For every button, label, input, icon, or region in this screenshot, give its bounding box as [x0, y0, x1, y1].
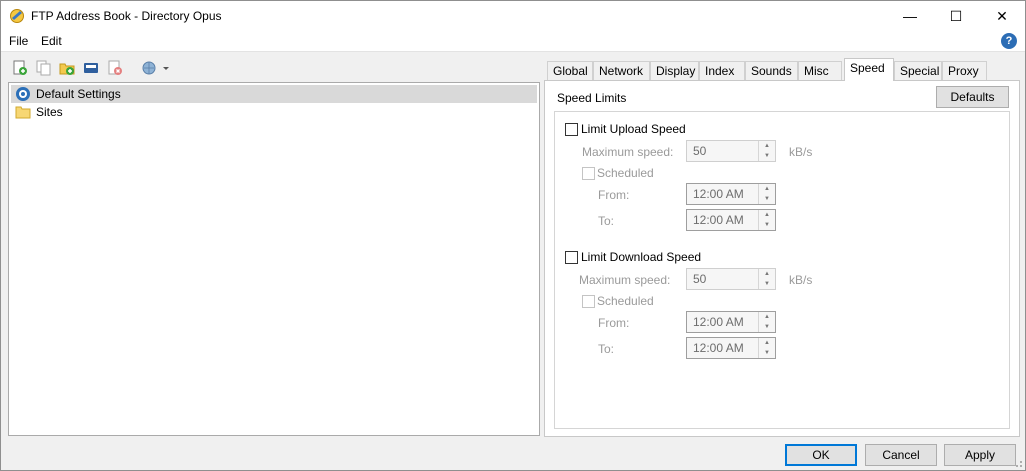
limit-upload-checkbox[interactable] [565, 123, 578, 136]
save-icon[interactable] [83, 60, 99, 76]
delete-icon[interactable] [107, 60, 123, 76]
tab-network[interactable]: Network [593, 61, 650, 80]
download-to-label: To: [598, 342, 615, 356]
new-folder-icon[interactable] [59, 60, 75, 76]
download-scheduled-checkbox[interactable] [582, 295, 595, 308]
minimize-button[interactable]: — [887, 1, 933, 31]
upload-unit-label: kB/s [789, 145, 813, 159]
upload-from-time-input[interactable]: 12:00 AM ▲ ▼ [686, 183, 776, 205]
upload-scheduled-checkbox[interactable] [582, 167, 595, 180]
download-to-time-input[interactable]: 12:00 AM ▲ ▼ [686, 337, 776, 359]
speed-panel: Speed Limits Defaults Limit Upload Speed… [544, 80, 1020, 437]
tree-item-default-settings[interactable]: Default Settings [11, 85, 537, 103]
settings-globe-icon [16, 87, 30, 101]
tab-display[interactable]: Display [650, 61, 699, 80]
chevron-down-icon[interactable] [161, 60, 171, 76]
tab-misc[interactable]: Misc [798, 61, 842, 80]
section-title: Speed Limits [557, 91, 627, 105]
spin-down-icon[interactable]: ▼ [759, 151, 775, 161]
spin-up-icon[interactable]: ▲ [759, 141, 775, 151]
menu-edit[interactable]: Edit [41, 34, 62, 48]
spinner-arrows: ▲ ▼ [758, 269, 775, 289]
menu-bar: File Edit ? [1, 31, 1025, 52]
upload-from-value: 12:00 AM [693, 187, 744, 201]
upload-to-value: 12:00 AM [693, 213, 744, 227]
resize-grip-icon[interactable] [1013, 458, 1023, 468]
spin-down-icon[interactable]: ▼ [759, 194, 775, 204]
download-max-value: 50 [693, 272, 707, 286]
download-max-label: Maximum speed: [579, 273, 671, 287]
menu-file[interactable]: File [9, 34, 28, 48]
connect-icon[interactable] [141, 60, 157, 76]
ok-button[interactable]: OK [785, 444, 857, 466]
download-to-value: 12:00 AM [693, 341, 744, 355]
download-from-time-input[interactable]: 12:00 AM ▲ ▼ [686, 311, 776, 333]
download-max-speed-input[interactable]: 50 ▲ ▼ [686, 268, 776, 290]
download-scheduled-label: Scheduled [597, 294, 654, 308]
limit-download-label: Limit Download Speed [581, 250, 702, 264]
spinner-arrows: ▲ ▼ [758, 210, 775, 230]
upload-scheduled-label: Scheduled [597, 166, 654, 180]
minimize-icon: — [903, 8, 917, 24]
tab-sounds[interactable]: Sounds [745, 61, 798, 80]
address-tree: Default Settings Sites [8, 82, 540, 436]
title-bar: FTP Address Book - Directory Opus — ☐ ✕ [1, 1, 1025, 31]
tree-item-sites[interactable]: Sites [11, 103, 537, 121]
copy-entry-icon[interactable] [36, 60, 52, 76]
spin-up-icon[interactable]: ▲ [759, 338, 775, 348]
upload-max-value: 50 [693, 144, 707, 158]
tab-index[interactable]: Index [699, 61, 745, 80]
app-icon [10, 9, 24, 23]
window-title: FTP Address Book - Directory Opus [31, 9, 222, 23]
spinner-arrows: ▲ ▼ [758, 338, 775, 358]
close-button[interactable]: ✕ [979, 1, 1025, 31]
download-from-label: From: [598, 316, 630, 330]
app-window: FTP Address Book - Directory Opus — ☐ ✕ … [0, 0, 1026, 471]
defaults-button[interactable]: Defaults [936, 86, 1009, 108]
download-unit-label: kB/s [789, 273, 813, 287]
tree-item-label: Default Settings [36, 87, 121, 101]
limit-upload-label: Limit Upload Speed [581, 122, 686, 136]
tab-speed[interactable]: Speed [844, 58, 894, 81]
upload-max-speed-input[interactable]: 50 ▲ ▼ [686, 140, 776, 162]
tab-special[interactable]: Special [894, 61, 942, 80]
folder-icon [15, 106, 31, 119]
upload-to-label: To: [598, 214, 615, 228]
spin-down-icon[interactable]: ▼ [759, 348, 775, 358]
tree-item-label: Sites [36, 105, 63, 119]
maximize-icon: ☐ [949, 7, 963, 24]
speed-group: Limit Upload Speed Maximum speed: 50 ▲ ▼… [554, 111, 1010, 429]
maximize-button[interactable]: ☐ [933, 1, 979, 31]
spinner-arrows: ▲ ▼ [758, 184, 775, 204]
cancel-button[interactable]: Cancel [865, 444, 937, 466]
spin-down-icon[interactable]: ▼ [759, 220, 775, 230]
spin-up-icon[interactable]: ▲ [759, 269, 775, 279]
upload-from-label: From: [598, 188, 630, 202]
download-from-value: 12:00 AM [693, 315, 744, 329]
spinner-arrows: ▲ ▼ [758, 141, 775, 161]
help-icon[interactable]: ? [1001, 33, 1017, 49]
toolbar [1, 57, 541, 81]
upload-max-label: Maximum speed: [582, 145, 674, 159]
new-entry-icon[interactable] [12, 60, 28, 76]
apply-button[interactable]: Apply [944, 444, 1016, 466]
limit-download-checkbox[interactable] [565, 251, 578, 264]
spin-up-icon[interactable]: ▲ [759, 312, 775, 322]
spin-up-icon[interactable]: ▲ [759, 210, 775, 220]
spin-down-icon[interactable]: ▼ [759, 322, 775, 332]
spin-up-icon[interactable]: ▲ [759, 184, 775, 194]
spinner-arrows: ▲ ▼ [758, 312, 775, 332]
tab-global[interactable]: Global [547, 61, 593, 80]
tab-proxy[interactable]: Proxy [942, 61, 987, 80]
close-icon: ✕ [996, 7, 1008, 24]
spin-down-icon[interactable]: ▼ [759, 279, 775, 289]
upload-to-time-input[interactable]: 12:00 AM ▲ ▼ [686, 209, 776, 231]
